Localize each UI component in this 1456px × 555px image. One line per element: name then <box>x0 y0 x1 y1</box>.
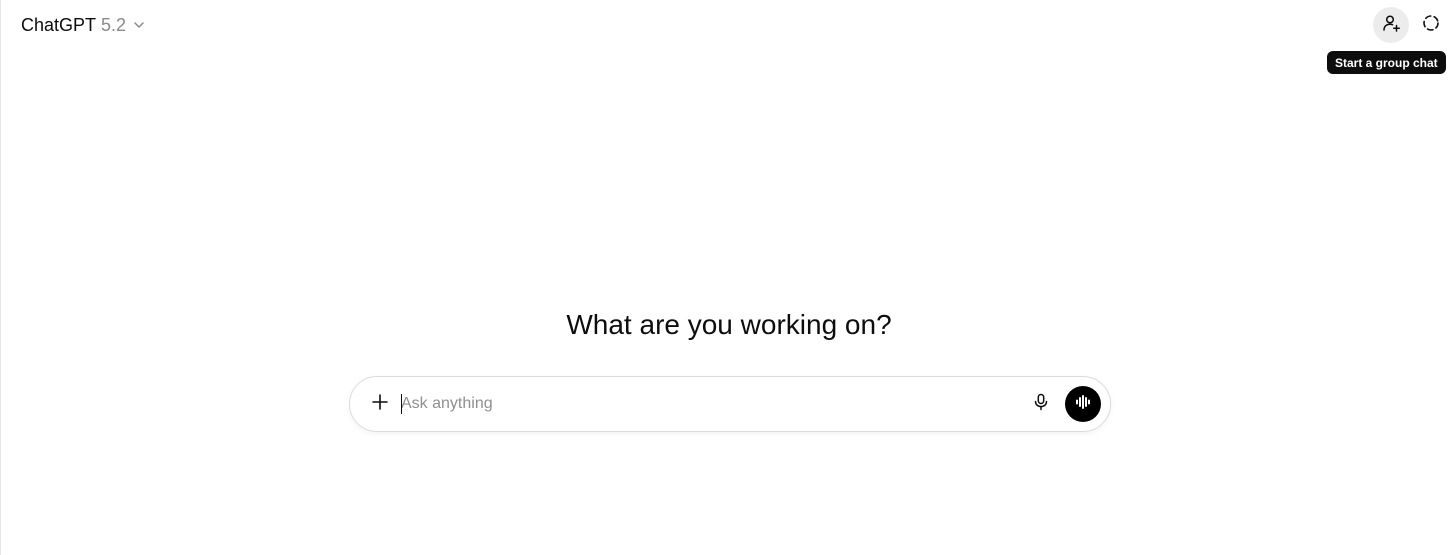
plus-icon <box>371 393 389 416</box>
dashed-circle-icon <box>1421 13 1441 38</box>
chat-page: ChatGPT 5.2 Start a group chat What are … <box>0 0 1456 555</box>
temporary-chat-button[interactable] <box>1413 7 1449 43</box>
model-name: ChatGPT <box>21 14 97 35</box>
model-selector[interactable]: ChatGPT 5.2 <box>13 10 154 40</box>
prompt-input[interactable] <box>401 390 1001 418</box>
prompt-composer <box>349 376 1111 432</box>
start-group-chat-button[interactable] <box>1373 7 1409 43</box>
chevron-down-icon <box>132 18 146 32</box>
model-version: 5.2 <box>101 14 127 35</box>
voice-waveform-icon <box>1074 393 1092 416</box>
group-chat-tooltip: Start a group chat <box>1327 51 1446 74</box>
attach-button[interactable] <box>362 386 398 422</box>
top-bar: ChatGPT 5.2 Start a group chat <box>1 0 1456 74</box>
page-heading: What are you working on? <box>566 309 892 340</box>
dictate-button[interactable] <box>1023 386 1059 422</box>
add-person-icon <box>1381 13 1401 38</box>
voice-mode-button[interactable] <box>1065 386 1101 422</box>
text-caret <box>401 394 402 414</box>
microphone-icon <box>1032 393 1050 416</box>
